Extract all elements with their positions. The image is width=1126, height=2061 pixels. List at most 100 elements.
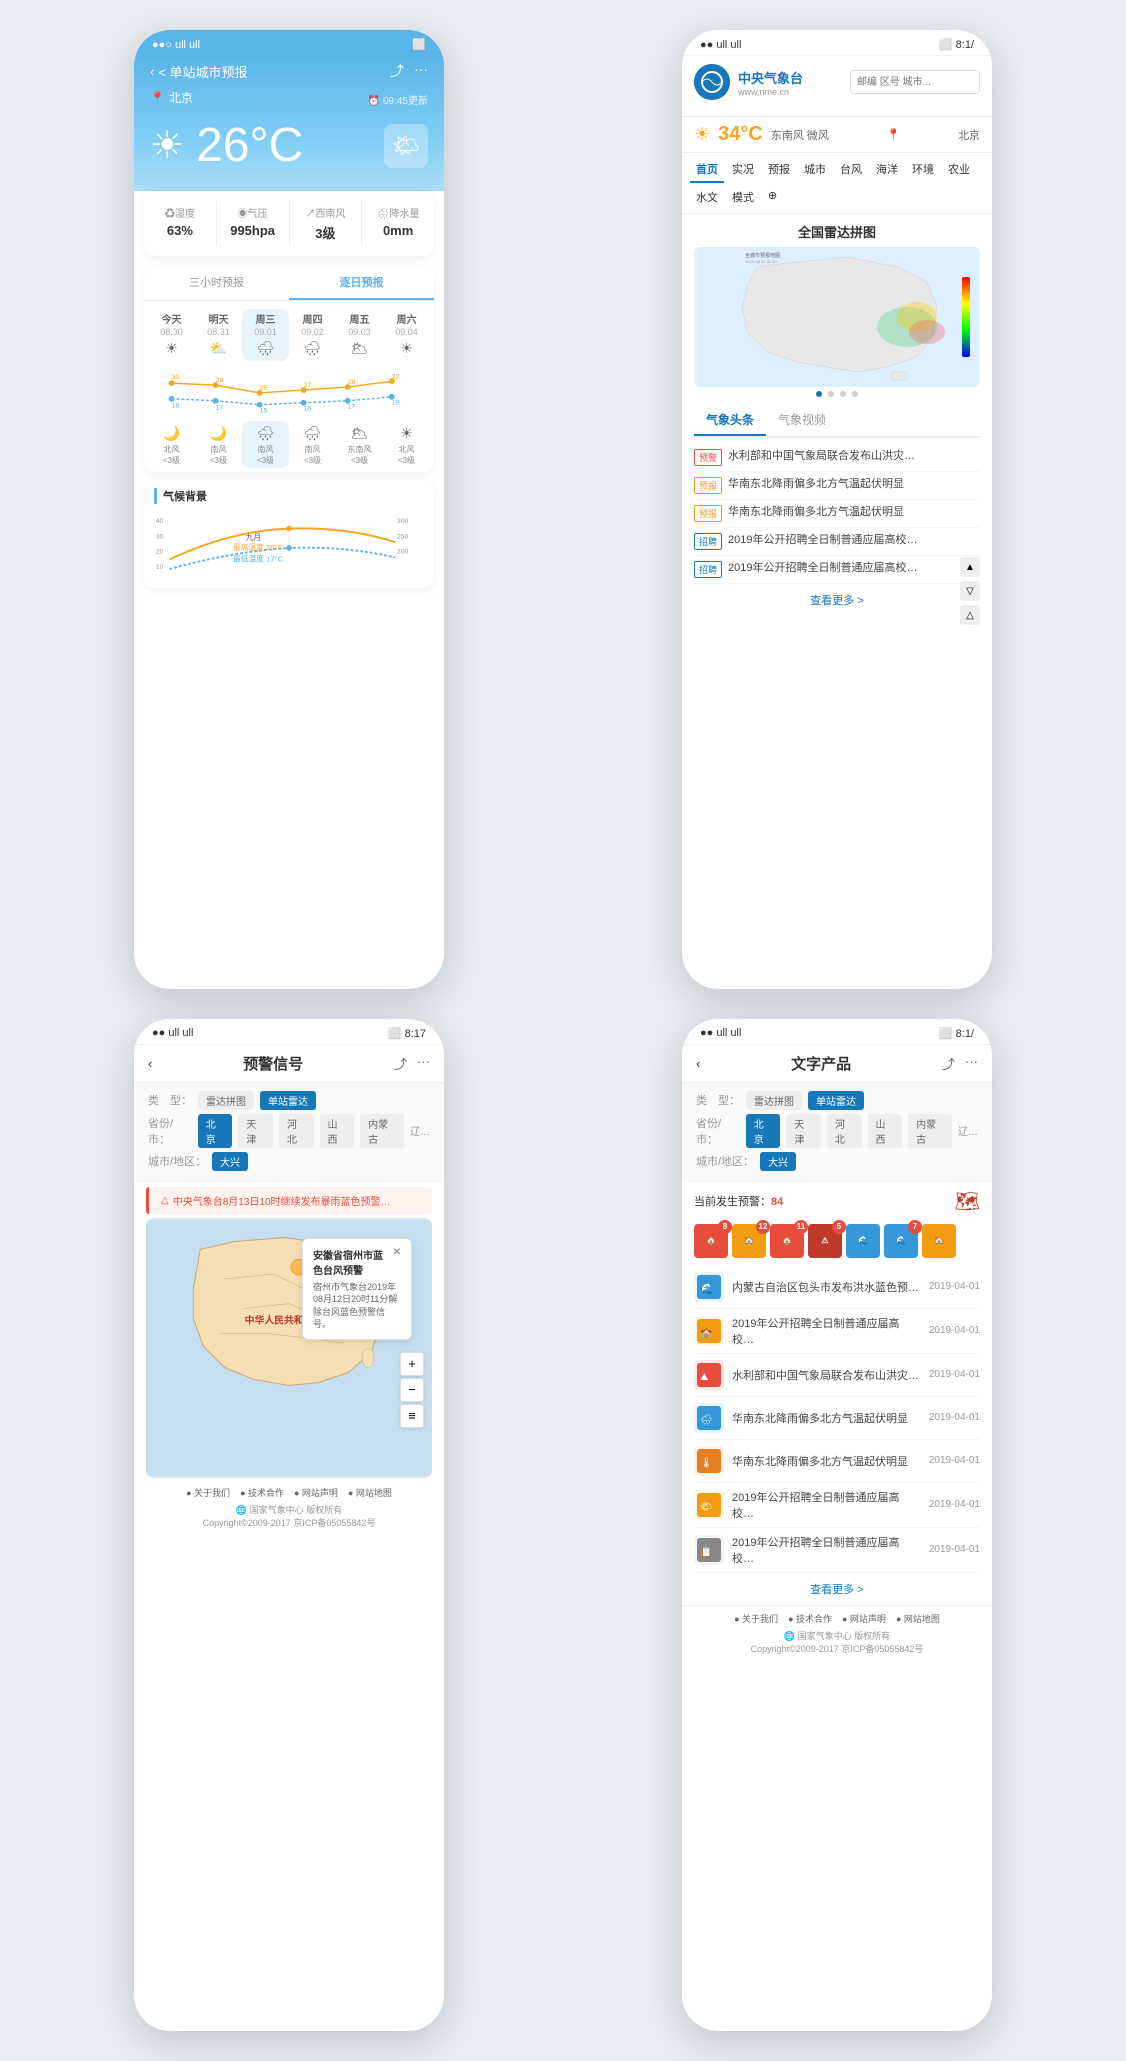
- phone2-scroll-down[interactable]: ▽: [960, 581, 980, 601]
- phone2-nav-model[interactable]: 模式: [726, 185, 760, 209]
- phone2-nav-city[interactable]: 城市: [798, 157, 832, 183]
- phone2-tab-headline[interactable]: 气象头条: [694, 405, 766, 436]
- phone4-more-button[interactable]: 查看更多 >: [682, 1573, 992, 1605]
- phone3-zoom-out[interactable]: −: [400, 1378, 424, 1402]
- phone1-night-4: 🌥 东南风<3级: [336, 421, 383, 468]
- phone4-wi-3-icon: ⚠: [821, 1236, 828, 1245]
- phone4-footer-sitemap[interactable]: ● 网站地图: [896, 1612, 940, 1625]
- phone4-filter-city: 城市/地区： 大兴: [696, 1152, 978, 1171]
- phone2-news-item-0[interactable]: 预警 水利部和中国气象局联合发布山洪灾…: [694, 444, 980, 472]
- phone2-news-item-1[interactable]: 预报 华南东北降雨偏多北方气温起伏明显: [694, 472, 980, 500]
- phone2-news-item-2[interactable]: 预报 华南东北降雨偏多北方气温起伏明显: [694, 500, 980, 528]
- phone3-map-popup: 安徽省宿州市蓝色台风预警 ✕ 宿州市气象台2019年08月12日20时11分解除…: [302, 1238, 412, 1340]
- phone2-more-button[interactable]: 查看更多 >: [694, 584, 980, 616]
- phone2-scroll-controls: ▲ ▽ △: [960, 557, 980, 625]
- phone4-china-map-icon: 🗺: [955, 1189, 980, 1214]
- phone3-footer-about[interactable]: ● 关于我们: [186, 1486, 230, 1499]
- phone1-stat-humidity: ♻湿度 63%: [144, 201, 217, 246]
- phone4-city-daxing[interactable]: 大兴: [760, 1152, 796, 1171]
- phone4-footer-about[interactable]: ● 关于我们: [734, 1612, 778, 1625]
- phone3-city-daxing[interactable]: 大兴: [212, 1152, 248, 1171]
- phone4-footer-declaration[interactable]: ● 网站声明: [842, 1612, 886, 1625]
- phone3-warning-signal: ●● ull ull ⬜ 8:17 ‹ 预警信号 ⤴ ··· 类 型： 雷达拼图…: [134, 1019, 444, 2032]
- phone1-more-icon[interactable]: ···: [414, 61, 428, 81]
- phone2-nav-forecast[interactable]: 预报: [762, 157, 796, 183]
- phone2-dot-4[interactable]: [852, 391, 858, 397]
- phone2-news-item-3[interactable]: 招聘 2019年公开招聘全日制普通应届高校…: [694, 528, 980, 556]
- phone4-province-tianjin[interactable]: 天津: [786, 1114, 821, 1148]
- phone2-nav-hydro[interactable]: 水文: [690, 185, 724, 209]
- phone1-day-1: 明天 08.31 ⛅: [195, 309, 242, 361]
- phone4-more-icon[interactable]: ···: [965, 1054, 978, 1073]
- phone4-province-hebei[interactable]: 河北: [827, 1114, 862, 1148]
- phone2-news-item-4[interactable]: 招聘 2019年公开招聘全日制普通应届高校…: [694, 556, 980, 584]
- phone3-province-beijing[interactable]: 北京: [198, 1114, 233, 1148]
- phone2-nav-live[interactable]: 实况: [726, 157, 760, 183]
- phone2-news-tag-3: 招聘: [694, 533, 722, 550]
- phone4-back-button[interactable]: ‹: [696, 1056, 700, 1071]
- phone4-item-6[interactable]: 📋 2019年公开招聘全日制普通应届高校… 2019-04-01: [694, 1528, 980, 1573]
- phone2-scroll-up[interactable]: ▲: [960, 557, 980, 577]
- phone2-nav-ocean[interactable]: 海洋: [870, 157, 904, 183]
- phone3-popup-close[interactable]: ✕: [393, 1247, 401, 1277]
- phone1-back-button[interactable]: ‹ < 单站城市预报: [150, 62, 248, 81]
- phone3-province-hebei[interactable]: 河北: [279, 1114, 314, 1148]
- phone1-share-icon[interactable]: ⤴: [390, 61, 404, 81]
- phone3-footer-tech[interactable]: ● 技术合作: [240, 1486, 284, 1499]
- phone1-tab-3hour[interactable]: 三小时预报: [144, 266, 289, 300]
- phone1-wind-label: ↗西南风: [290, 205, 362, 220]
- phone2-search-box[interactable]: 🔍: [850, 70, 980, 94]
- phone4-type-single[interactable]: 单站雷达: [808, 1091, 864, 1110]
- phone2-dot-1[interactable]: [816, 391, 822, 397]
- phone3-type-radar[interactable]: 雷达拼图: [198, 1091, 254, 1110]
- phone2-status-left: ●● ull ull: [700, 39, 741, 51]
- svg-text:最高温度 28°C: 最高温度 28°C: [233, 542, 284, 552]
- phone4-province-beijing[interactable]: 北京: [746, 1114, 781, 1148]
- phone2-logo-name: 中央气象台: [738, 68, 842, 87]
- phone4-item-2[interactable]: ⛰ 水利部和中国气象局联合发布山洪灾… 2019-04-01: [694, 1354, 980, 1397]
- phone1-tab-daily[interactable]: 逐日预报: [289, 266, 434, 300]
- phone3-footer-sitemap[interactable]: ● 网站地图: [348, 1486, 392, 1499]
- phone3-share-icon[interactable]: ⤴: [394, 1054, 407, 1073]
- phone2-dot-2[interactable]: [828, 391, 834, 397]
- phone3-map[interactable]: 中华人民共和国 安徽省宿州市蓝色台风预警 ✕ 宿州市气象台2019年08月12日…: [146, 1218, 432, 1478]
- phone4-province-shanxi[interactable]: 山西: [868, 1114, 903, 1148]
- phone4-item-0[interactable]: 🌊 内蒙古自治区包头市发布洪水蓝色预… 2019-04-01: [694, 1266, 980, 1309]
- phone3-province-neimenggu[interactable]: 内蒙古: [360, 1114, 404, 1148]
- phone1-day0-icon: ☀: [150, 340, 193, 357]
- phone4-item-1[interactable]: 🏫 2019年公开招聘全日制普通应届高校… 2019-04-01: [694, 1309, 980, 1354]
- phone2-nav-typhoon[interactable]: 台风: [834, 157, 868, 183]
- phone4-item-4[interactable]: 🌡 华南东北降雨偏多北方气温起伏明显 2019-04-01: [694, 1440, 980, 1483]
- phone2-nav-env[interactable]: 环境: [906, 157, 940, 183]
- phone2-tab-video[interactable]: 气象视频: [766, 405, 838, 436]
- phone3-zoom-in[interactable]: +: [400, 1352, 424, 1376]
- phone3-province-shanxi[interactable]: 山西: [320, 1114, 355, 1148]
- phone2-dot-3[interactable]: [840, 391, 846, 397]
- phone4-share-icon[interactable]: ⤴: [942, 1054, 955, 1073]
- phone3-page-title: 预警信号: [243, 1053, 303, 1074]
- phone3-more-icon[interactable]: ···: [417, 1054, 430, 1073]
- phone3-status-left: ●● ull ull: [152, 1027, 193, 1039]
- phone2-nav-more[interactable]: ⊕: [762, 185, 783, 209]
- phone4-warning-summary: 当前发生预警：84 🗺: [682, 1183, 992, 1220]
- phone4-wi-3-count: 5: [832, 1220, 846, 1234]
- phone2-search-input[interactable]: [851, 71, 980, 93]
- phone4-item-3[interactable]: 🌧 华南东北降雨偏多北方气温起伏明显 2019-04-01: [694, 1397, 980, 1440]
- phone2-news-text-3: 2019年公开招聘全日制普通应届高校…: [728, 533, 917, 548]
- phone2-logo-text: 中央气象台 www.nme.cn: [738, 68, 842, 97]
- phone3-footer-links: ● 关于我们 ● 技术合作 ● 网站声明 ● 网站地图: [134, 1486, 444, 1499]
- phone2-nav-home[interactable]: 首页: [690, 157, 724, 183]
- phone3-back-button[interactable]: ‹: [148, 1056, 152, 1071]
- phone3-footer-declaration[interactable]: ● 网站声明: [294, 1486, 338, 1499]
- phone4-footer-tech[interactable]: ● 技术合作: [788, 1612, 832, 1625]
- phone3-type-single[interactable]: 单站雷达: [260, 1091, 316, 1110]
- phone4-item-5[interactable]: 🌤 2019年公开招聘全日制普通应届高校… 2019-04-01: [694, 1483, 980, 1528]
- phone2-news-text-0: 水利部和中国气象局联合发布山洪灾…: [728, 449, 915, 464]
- phone2-scroll-top[interactable]: △: [960, 605, 980, 625]
- phone3-province-tianjin[interactable]: 天津: [238, 1114, 273, 1148]
- phone4-province-neimenggu[interactable]: 内蒙古: [908, 1114, 952, 1148]
- svg-text:300: 300: [397, 518, 409, 525]
- phone2-nav-agri[interactable]: 农业: [942, 157, 976, 183]
- phone4-type-radar[interactable]: 雷达拼图: [746, 1091, 802, 1110]
- phone3-map-layers[interactable]: ≡: [400, 1404, 424, 1428]
